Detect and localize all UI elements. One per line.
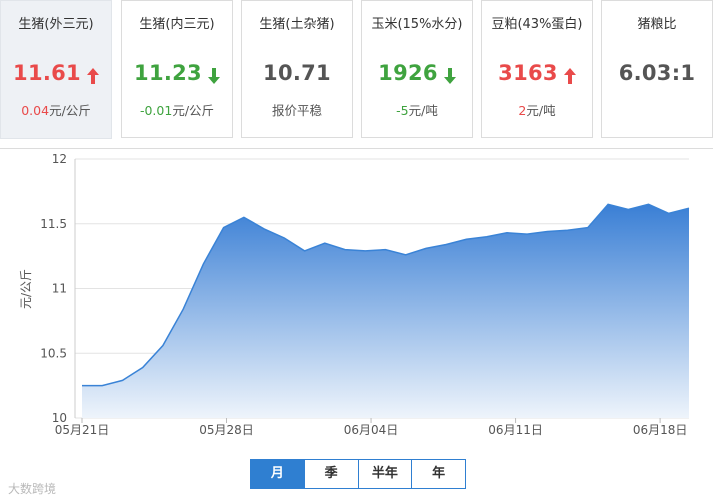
card-title: 生猪(土杂猪) (259, 17, 335, 32)
card-change: -0.01元/公斤 (122, 100, 232, 119)
card-soybean-meal[interactable]: 豆粕(43%蛋白) 3163 2元/吨 (481, 0, 593, 138)
price-value: 3163 (498, 61, 558, 85)
card-live-hog-internal[interactable]: 生猪(内三元) 11.23 -0.01元/公斤 (121, 0, 233, 138)
price-chart: 10 10.5 11 11.5 12 05月21日 05月28日 06月04日 06月11日 06… (0, 148, 713, 449)
card-price: 10.71 (263, 61, 331, 85)
data-area (82, 203, 690, 418)
card-live-hog-external[interactable]: 生猪(外三元) 11.61 0.04元/公斤 (0, 0, 112, 139)
area-fill (82, 204, 689, 418)
price-cards: 生猪(外三元) 11.61 0.04元/公斤 生猪(内三元) 11.23 -0.… (0, 0, 713, 150)
card-price: 3163 (482, 61, 592, 89)
arrow-up-icon (563, 65, 576, 89)
y-tick-label: 11.5 (40, 217, 67, 231)
change-value: 0.04 (21, 103, 50, 118)
card-title: 玉米(15%水分) (371, 17, 463, 32)
card-price: 6.03:1 (618, 61, 696, 85)
range-quarter-button[interactable]: 季 (303, 460, 358, 488)
change-status: 报价平稳 (271, 103, 322, 118)
card-corn[interactable]: 玉米(15%水分) 1926 -5元/吨 (361, 0, 473, 138)
y-tick-label: 11 (52, 282, 67, 296)
change-unit: 元/公斤 (172, 103, 215, 118)
arrow-down-icon (207, 65, 220, 89)
x-tick-label: 06月11日 (488, 423, 543, 437)
price-value: 11.23 (134, 61, 202, 85)
range-halfyear-button[interactable]: 半年 (357, 460, 412, 488)
card-title: 生猪(外三元) (18, 17, 94, 32)
watermark: 大数跨境 (8, 482, 57, 496)
change-value: -5 (396, 103, 409, 118)
range-year-button[interactable]: 年 (411, 460, 465, 488)
arrow-up-icon (86, 65, 99, 89)
range-month-button[interactable]: 月 (251, 460, 304, 488)
card-live-hog-mixed[interactable]: 生猪(土杂猪) 10.71 报价平稳 (241, 0, 353, 138)
card-change: -5元/吨 (362, 100, 472, 119)
range-selector: 月 季 半年 年 (250, 459, 466, 489)
card-change: 0.04元/公斤 (1, 100, 111, 119)
area-chart: 1010.51111.51205月21日 05月28日 06月04日 06月11日 06… (19, 152, 690, 437)
card-price: 11.23 (122, 61, 232, 89)
x-tick-label: 06月18日 (633, 423, 688, 437)
card-title: 猪粮比 (637, 17, 677, 32)
change-unit: 元/吨 (408, 103, 438, 118)
y-axis-label: 元/公斤 (19, 269, 33, 309)
x-tick-label: 05月28日 (199, 423, 254, 437)
price-value: 1926 (378, 61, 438, 85)
card-change: 2元/吨 (482, 100, 592, 119)
card-title: 豆粕(43%蛋白) (491, 17, 583, 32)
y-tick-label: 12 (52, 152, 67, 166)
x-tick-label: 06月04日 (344, 423, 399, 437)
card-hog-grain-ratio[interactable]: 猪粮比 6.03:1 (601, 0, 713, 138)
card-price: 1926 (362, 61, 472, 89)
arrow-down-icon (443, 65, 456, 89)
price-value: 11.61 (13, 61, 81, 85)
card-change: 报价平稳 (242, 100, 352, 119)
change-unit: 元/公斤 (49, 103, 91, 118)
change-unit: 元/吨 (526, 103, 556, 118)
card-title: 生猪(内三元) (139, 17, 215, 32)
x-tick-label: 05月21日 (55, 423, 110, 437)
card-price: 11.61 (1, 61, 111, 89)
y-tick-label: 10.5 (40, 346, 67, 360)
change-value: -0.01 (139, 103, 173, 118)
